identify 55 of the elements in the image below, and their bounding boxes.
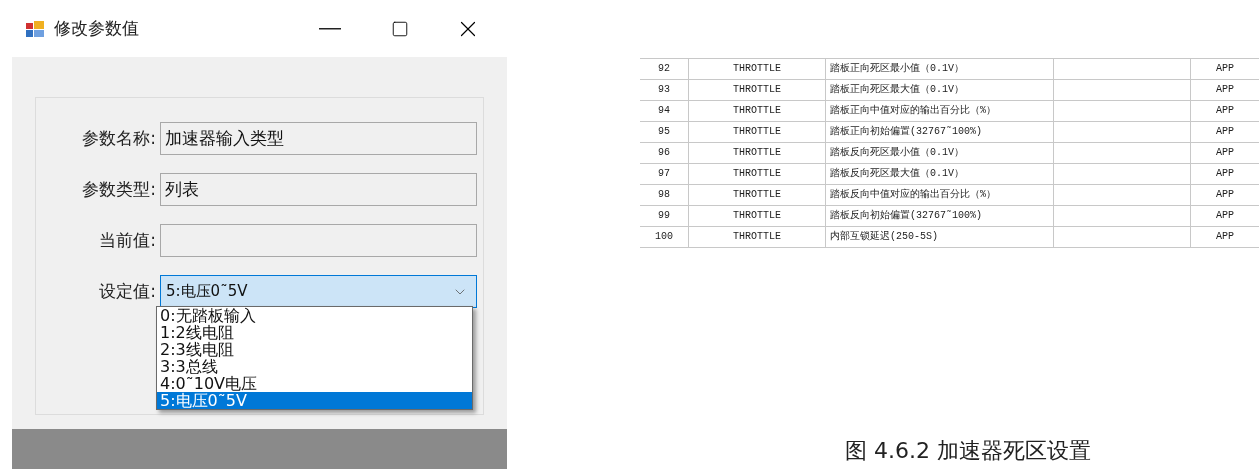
window-title: 修改参数值	[54, 16, 139, 40]
field-label: 参数名称:	[81, 126, 156, 150]
field-label: 设定值:	[98, 279, 156, 303]
table-cell: 踏板正向中值对应的输出百分比（%）	[825, 101, 1053, 121]
combo-box[interactable]: 5:电压0˜5V	[160, 275, 477, 308]
table-cell: THROTTLE	[688, 59, 825, 79]
dropdown-option[interactable]: 3:3总线	[157, 358, 472, 375]
table-cell: 踏板反向初始偏置(32767˜100%)	[825, 206, 1053, 226]
table-cell: THROTTLE	[688, 164, 825, 184]
minimize-icon	[319, 27, 341, 30]
table-cell: APP	[1190, 227, 1259, 247]
dropdown-option[interactable]: 4:0˜10V电压	[157, 375, 472, 392]
table-cell: APP	[1190, 143, 1259, 163]
table-cell: THROTTLE	[688, 227, 825, 247]
table-cell: 踏板正向初始偏置(32767˜100%)	[825, 122, 1053, 142]
table-cell: APP	[1190, 122, 1259, 142]
table-cell: THROTTLE	[688, 122, 825, 142]
app-icon	[26, 20, 44, 37]
table-cell: APP	[1190, 101, 1259, 121]
table-cell-text: 94	[657, 104, 671, 118]
text-field[interactable]: 加速器输入类型	[160, 122, 477, 155]
table-cell: APP	[1190, 164, 1259, 184]
table-cell-text: 98	[657, 188, 671, 202]
text-field[interactable]: 列表	[160, 173, 477, 206]
table-cell: THROTTLE	[688, 101, 825, 121]
table-cell-text: 97	[657, 167, 671, 181]
table-cell: APP	[1190, 206, 1259, 226]
table-cell: THROTTLE	[688, 80, 825, 100]
table-cell: 踏板正向死区最大值（0.1V）	[825, 80, 1053, 100]
dropdown-option[interactable]: 2:3线电阻	[157, 341, 472, 358]
table-cell: APP	[1190, 185, 1259, 205]
table-cell-text: 93	[657, 83, 671, 97]
figure-caption: 图 4.6.2 加速器死区设置	[845, 437, 1091, 465]
table-cell: 内部互锁延迟(250-5S)	[825, 227, 1053, 247]
table-cell-text: 92	[657, 62, 671, 76]
text-field[interactable]	[160, 224, 477, 257]
dropdown-option[interactable]: 1:2线电阻	[157, 324, 472, 341]
table-cell: THROTTLE	[688, 143, 825, 163]
table-cell: THROTTLE	[688, 206, 825, 226]
field-label: 参数类型:	[81, 177, 156, 201]
dropdown-option[interactable]: 5:电压0˜5V	[157, 392, 472, 409]
table-cell: APP	[1190, 80, 1259, 100]
table-cell-text: 95	[657, 125, 671, 139]
table-cell: THROTTLE	[688, 185, 825, 205]
table-cell-text: 99	[657, 209, 671, 223]
table-cell: 踏板反向中值对应的输出百分比（%）	[825, 185, 1053, 205]
table-cell: APP	[1190, 59, 1259, 79]
maximize-icon	[391, 19, 409, 38]
table-cell-text: 96	[657, 146, 671, 160]
table-cell-text: 100	[654, 230, 674, 244]
table-cell: 踏板反向死区最大值（0.1V）	[825, 164, 1053, 184]
table-cell: 踏板反向死区最小值（0.1V）	[825, 143, 1053, 163]
table-cell: 踏板正向死区最小值（0.1V）	[825, 59, 1053, 79]
field-label: 当前值:	[98, 228, 156, 252]
dropdown-option[interactable]: 0:无踏板输入	[157, 307, 472, 324]
